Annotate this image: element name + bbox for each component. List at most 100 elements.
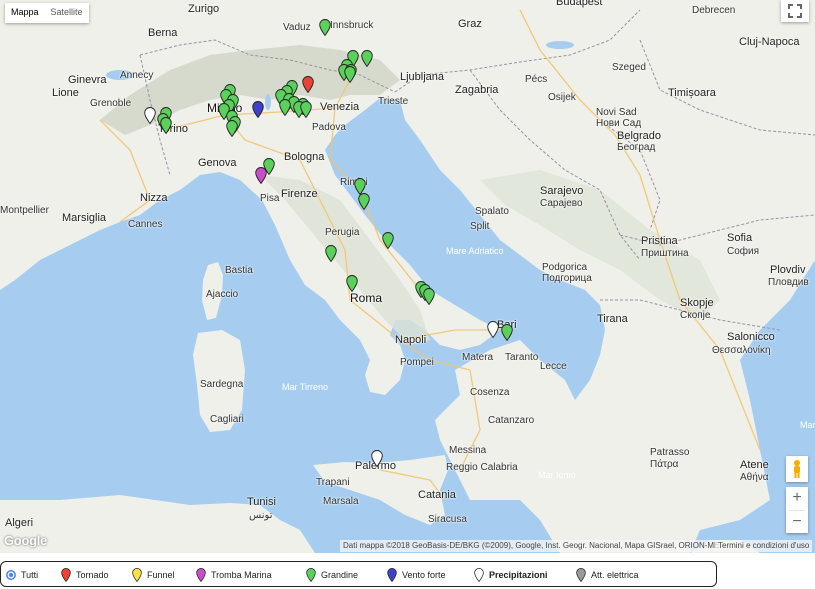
legend-item-tornado[interactable]: Tornado [61,566,109,583]
legend-label-precipitazioni: Precipitazioni [489,569,548,580]
map-label-genova: Genova [198,157,237,169]
map-label-patrasso-gr: Πάτρα [650,459,679,470]
map-label-lecce: Lecce [540,361,567,372]
zoom-control: + − [786,487,808,533]
marker-grandine[interactable] [325,245,337,262]
map[interactable]: Zurigo Vaduz Innsbruck Graz Budapest Berna Gin… [0,0,815,553]
fullscreen-button[interactable] [781,0,809,22]
map-label-novi-sad: Novi Sad [596,107,637,118]
marker-vento-forte[interactable] [252,101,264,118]
map-label-berna: Berna [148,27,178,39]
marker-grandine[interactable] [361,50,373,67]
marker-grandine[interactable] [319,19,331,36]
yellow-marker-icon [132,567,142,582]
map-label-novi-sad-cy: Нови Сад [596,118,642,129]
legend-item-precipitazioni[interactable]: Precipitazioni [474,566,548,583]
marker-grandine[interactable] [160,117,172,134]
map-label-plovdiv-cy: Пловдив [768,277,809,288]
map-label-pompei: Pompei [400,357,434,368]
legend-label-vento-forte: Vento forte [402,569,446,580]
map-label-innsbruck: Innsbruck [330,20,374,31]
legend-label-tromba-marina: Tromba Marina [211,569,272,580]
zoom-out-button[interactable]: − [786,511,808,534]
marker-grandine[interactable] [300,101,312,118]
map-label-annecy: Annecy [120,70,154,81]
marker-precipitazioni[interactable] [487,321,499,338]
map-label-marsiglia: Marsiglia [62,212,107,224]
map-label-zurigo: Zurigo [188,3,220,15]
map-type-mappa-button[interactable]: Mappa [5,3,45,23]
legend-item-grandine[interactable]: Grandine [306,566,358,583]
map-label-skopje: Skopje [680,297,714,309]
map-label-graz: Graz [458,18,482,30]
map-label-trapani: Trapani [316,477,350,488]
map-label-sofia-cy: София [727,246,760,257]
map-label-plovdiv: Plovdiv [770,264,806,276]
legend-item-tutti[interactable]: Tutti [6,566,38,583]
map-label-bastia: Bastia [225,265,253,276]
grey-marker-icon [576,567,586,582]
map-label-tunisi: Tunisi [247,496,276,508]
map-label-sarajevo: Sarajevo [540,185,584,197]
legend-item-funnel[interactable]: Funnel [132,566,175,583]
marker-grandine[interactable] [346,275,358,292]
map-label-perugia: Perugia [325,227,360,238]
street-view-pegman-button[interactable] [786,456,808,482]
legend-item-tromba-marina[interactable]: Tromba Marina [196,566,272,583]
map-label-tunisi-ar: تونس [249,510,273,521]
map-label-montpellier: Montpellier [0,205,49,216]
legend-item-vento-forte[interactable]: Vento forte [387,566,446,583]
map-label-sofia: Sofia [727,232,753,244]
map-label-reggio: Reggio Calabria [446,462,518,473]
map-label-messina: Messina [449,445,487,456]
marker-grandine[interactable] [423,288,435,305]
map-label-ginevra: Ginevra [68,74,107,86]
map-label-debrecen: Debrecen [692,5,736,16]
map-label-lubiana: Ljubljana [400,71,445,83]
map-label-grenoble: Grenoble [90,98,132,109]
map-label-osijek: Osijek [548,92,576,103]
marker-precipitazioni[interactable] [371,450,383,467]
marker-precipitazioni[interactable] [144,107,156,124]
map-label-atene-gr: Αθήνα [740,472,769,483]
legend: Tutti Tornado Funnel Tromba Marina Grand… [0,561,717,587]
map-attribution: Dati mappa ©2018 GeoBasis-DE/BKG (©2009)… [340,540,723,552]
map-label-cosenza: Cosenza [470,387,510,398]
map-label-salonicco-gr: Θεσσαλονίκη [712,345,771,356]
map-label-podgorica-cy: Подгорица [542,273,592,284]
marker-grandine[interactable] [344,66,356,83]
map-label-algeri: Algeri [5,517,34,529]
google-logo[interactable]: Google [4,533,47,548]
marker-grandine[interactable] [382,232,394,249]
legend-label-funnel: Funnel [147,569,175,580]
map-label-venezia: Venezia [320,101,360,113]
marker-grandine[interactable] [279,99,291,116]
map-label-mare-adriatico: Mare Adriatico [446,246,504,256]
legend-label-tutti: Tutti [21,569,39,580]
zoom-in-button[interactable]: + [786,487,808,510]
map-label-siracusa: Siracusa [428,514,467,525]
map-label-pisa: Pisa [260,193,280,204]
marker-grandine[interactable] [226,120,238,137]
map-label-spalato: Spalato [475,206,509,217]
green-marker-icon [306,567,316,582]
marker-grandine[interactable] [358,193,370,210]
lake-garda [265,94,271,110]
terms-link[interactable]: Termini e condizioni d'uso [715,540,813,552]
all-radio-icon [6,569,16,580]
legend-item-att-elettrica[interactable]: Att. elettrica [576,566,639,583]
legend-label-grandine: Grandine [321,569,359,580]
marker-tornado[interactable] [302,76,314,93]
map-label-lione: Lione [52,87,79,99]
map-label-pecs: Pécs [525,74,548,85]
marker-grandine[interactable] [263,158,275,175]
map-label-split: Split [470,221,490,232]
marker-grandine[interactable] [501,324,513,341]
map-label-mar-egeo: Mar Egeo [800,420,815,430]
legend-label-tornado: Tornado [76,569,109,580]
map-label-marsala: Marsala [323,496,359,507]
map-label-belgrado: Belgrado [617,130,662,142]
map-label-mar-ionio: Mar Ionio [538,470,576,480]
map-type-satellite-button[interactable]: Satellite [45,3,89,23]
map-label-taranto: Taranto [505,352,539,363]
